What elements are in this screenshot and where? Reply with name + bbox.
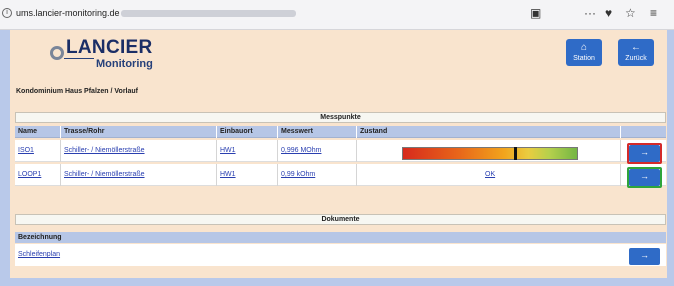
station-label: Station <box>573 55 595 62</box>
col-einbauort: Einbauort <box>220 128 253 135</box>
arrow-left-icon: ← <box>631 42 641 53</box>
einbauort-link[interactable]: HW1 <box>220 147 236 154</box>
bookmark-star-icon[interactable]: ☆ <box>625 6 636 20</box>
messwert-link[interactable]: 0,99 kOhm <box>281 171 315 178</box>
col-name: Name <box>18 128 38 135</box>
messpunkte-header-row: Name Trasse/Rohr Einbauort Messwert Zust… <box>15 126 666 138</box>
lancier-logo: LANCIER Monitoring <box>50 34 170 70</box>
messpunkte-title: Messpunkte <box>15 112 666 123</box>
table-row: LOOP1 Schiller- / Niemöllerstraße HW1 0,… <box>15 164 666 186</box>
trasse-link[interactable]: Schiller- / Niemöllerstraße <box>64 147 145 154</box>
name-link[interactable]: ISO1 <box>18 147 34 154</box>
breadcrumb: Kondominium Haus Pfalzen / Vorlauf <box>16 88 138 95</box>
pocket-icon[interactable]: ♥ <box>605 6 612 20</box>
name-link[interactable]: LOOP1 <box>18 171 41 178</box>
logo-sub: Monitoring <box>96 58 153 70</box>
open-document-button[interactable]: → <box>629 248 660 265</box>
reader-view-icon[interactable]: ▣ <box>530 6 541 20</box>
details-button[interactable]: → <box>629 169 660 186</box>
browser-toolbar: i ums.lancier-monitoring.de ▣ ··· ♥ ☆ ≡ <box>0 0 674 30</box>
page-content: LANCIER Monitoring ⌂ Station ← Zurück Ko… <box>10 30 667 278</box>
trasse-link[interactable]: Schiller- / Niemöllerstraße <box>64 171 145 178</box>
einbauort-link[interactable]: HW1 <box>220 171 236 178</box>
col-messwert: Messwert <box>281 128 313 135</box>
more-actions-icon[interactable]: ··· <box>584 6 596 20</box>
col-trasse: Trasse/Rohr <box>64 128 105 135</box>
url-path-blurred <box>120 10 296 18</box>
station-button[interactable]: ⌂ Station <box>566 39 602 66</box>
url-bar[interactable]: ums.lancier-monitoring.de <box>16 8 296 18</box>
messwert-link[interactable]: 0,996 MOhm <box>281 147 321 154</box>
details-button[interactable]: → <box>629 145 660 162</box>
col-zustand: Zustand <box>360 128 388 135</box>
back-label: Zurück <box>625 55 647 62</box>
zustand-gauge <box>402 147 578 160</box>
back-button[interactable]: ← Zurück <box>618 39 654 66</box>
document-link[interactable]: Schleifenplan <box>18 251 60 258</box>
url-domain: ums.lancier-monitoring.de <box>16 8 120 18</box>
info-icon[interactable]: i <box>2 8 12 18</box>
zustand-link[interactable]: OK <box>485 171 495 178</box>
logo-ring-icon <box>50 46 64 60</box>
home-icon: ⌂ <box>580 42 588 53</box>
document-row: Schleifenplan <box>15 244 666 266</box>
logo-name: LANCIER <box>66 37 153 58</box>
browser-menu-icon[interactable]: ≡ <box>650 6 657 20</box>
gauge-marker <box>514 147 518 160</box>
bezeichnung-header: Bezeichnung <box>15 232 666 243</box>
dokumente-title: Dokumente <box>15 214 666 225</box>
